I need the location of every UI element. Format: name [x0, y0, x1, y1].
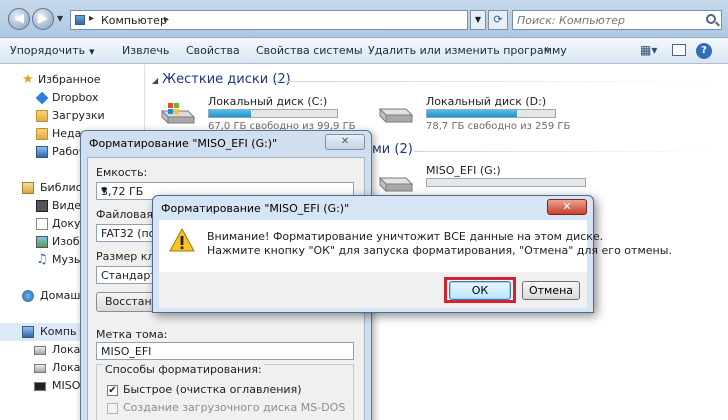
uninstall-program-button[interactable]: Удалить или изменить программу — [368, 44, 567, 57]
sidebar-item-dropbox[interactable]: Dropbox — [0, 89, 145, 107]
drive-free-space: 78,7 ГБ свободно из 259 ГБ — [426, 121, 571, 132]
warning-message-line1: Внимание! Форматирование уничтожит ВСЕ д… — [207, 230, 604, 243]
group-divider — [414, 151, 714, 152]
view-options-icon[interactable]: ▦▾ — [640, 43, 657, 57]
cancel-button[interactable]: Отмена — [522, 281, 580, 300]
hard-disks-group-header[interactable]: ◢ Жесткие диски (2) — [152, 72, 291, 87]
eject-button[interactable]: Извлечь — [122, 44, 169, 57]
removable-group-header[interactable]: ми (2) — [372, 142, 413, 157]
help-icon[interactable]: ? — [696, 43, 712, 59]
format-options-label: Способы форматирования: — [103, 363, 264, 376]
warning-dialog-title: Форматирование "MISO_EFI (G:)" — [161, 202, 350, 215]
drive-usage-bar — [426, 109, 556, 118]
image-icon — [36, 236, 48, 248]
group-divider — [275, 81, 715, 82]
homegroup-icon — [22, 290, 34, 302]
volume-label-label: Метка тома: — [96, 328, 168, 341]
system-properties-button[interactable]: Свойства системы — [256, 44, 363, 57]
address-box[interactable]: ▸ Компьютер ▸ — [70, 10, 468, 30]
windows-drive-icon — [158, 101, 196, 127]
video-icon — [36, 200, 48, 212]
sidebar-item-downloads[interactable]: Загрузки — [0, 107, 145, 125]
drive-name: MISO_EFI (G:) — [426, 164, 501, 177]
computer-icon — [75, 15, 85, 25]
sidebar-item-favorites[interactable]: ★ Избранное — [0, 71, 145, 89]
hard-drive-icon — [34, 346, 46, 355]
search-box[interactable] — [512, 10, 722, 30]
search-icon[interactable] — [706, 14, 716, 24]
document-icon — [36, 218, 48, 230]
capacity-label: Емкость: — [96, 166, 148, 179]
organize-menu[interactable]: Упорядочить ▼ — [10, 44, 95, 57]
computer-icon — [22, 326, 34, 338]
hard-drive-icon — [34, 364, 46, 373]
hard-drive-icon — [376, 101, 414, 127]
close-icon: ✕ — [340, 136, 350, 147]
downloads-folder-icon — [36, 110, 48, 122]
warning-dialog-close-button[interactable]: ✕ — [547, 199, 587, 215]
more-commands-button[interactable]: » — [544, 44, 550, 55]
drive-name: Локальный диск (C:) — [208, 95, 328, 108]
format-warning-dialog: Форматирование "MISO_EFI (G:)" ✕ Внимани… — [152, 195, 672, 313]
music-note-icon: ♫ — [36, 252, 48, 267]
refresh-icon: ⟳ — [493, 13, 503, 26]
address-bar: ◀ ▶ ▼ ▸ Компьютер ▸ ▼ ⟳ — [0, 0, 728, 38]
recent-places-icon — [36, 128, 48, 140]
warning-icon — [169, 228, 195, 252]
address-dropdown-button[interactable]: ▼ — [470, 10, 486, 30]
chevron-down-icon: ▼ — [89, 48, 95, 56]
msdos-boot-label: Создание загрузочного диска MS-DOS — [123, 401, 346, 414]
search-input[interactable] — [513, 11, 693, 29]
libraries-icon — [22, 182, 34, 194]
arrow-left-icon: ◀ — [14, 11, 24, 26]
chevron-right-icon[interactable]: ▸ — [164, 14, 169, 25]
back-button[interactable]: ◀ — [8, 8, 30, 30]
forward-button[interactable]: ▶ — [32, 8, 54, 30]
drive-local-c[interactable]: Локальный диск (C:) 67,0 ГБ свободно из … — [158, 95, 358, 135]
warning-dialog-footer: ОК Отмена — [159, 272, 587, 308]
chevron-down-icon: ▼ — [474, 15, 482, 24]
desktop-icon — [36, 146, 48, 158]
volume-label-input[interactable]: MISO_EFI — [96, 342, 354, 360]
format-options-group: Способы форматирования: ✔ Быстрое (очист… — [96, 363, 354, 420]
star-icon: ★ — [22, 72, 34, 87]
refresh-button[interactable]: ⟳ — [488, 10, 508, 30]
dropbox-icon — [35, 91, 49, 105]
recent-pages-dropdown[interactable]: ▼ — [57, 14, 63, 23]
drive-local-d[interactable]: Локальный диск (D:) 78,7 ГБ свободно из … — [376, 95, 576, 135]
quick-format-checkbox[interactable]: ✔ — [107, 385, 118, 396]
drive-usage-bar — [208, 109, 338, 118]
msdos-boot-checkbox[interactable] — [107, 403, 118, 414]
drive-usage-fill — [209, 110, 252, 117]
usb-drive-icon — [34, 382, 46, 391]
close-icon: ✕ — [562, 200, 572, 213]
removable-drive-icon — [376, 170, 414, 196]
arrow-right-icon: ▶ — [38, 11, 48, 26]
quick-format-label[interactable]: Быстрое (очистка оглавления) — [123, 383, 301, 396]
volume-label-value: MISO_EFI — [101, 345, 152, 358]
chevron-down-icon: ▼ — [101, 186, 108, 195]
collapse-triangle-icon: ◢ — [152, 76, 159, 85]
drive-usage-fill — [427, 110, 517, 117]
format-dialog-close-button[interactable]: ✕ — [325, 134, 365, 150]
command-bar: Упорядочить ▼ Извлечь Свойства Свойства с… — [0, 38, 728, 64]
breadcrumb-computer[interactable]: Компьютер — [101, 14, 167, 27]
warning-message-line2: Нажмите кнопку "ОК" для запуска форматир… — [207, 244, 672, 257]
preview-pane-icon[interactable] — [672, 44, 686, 56]
drive-name: Локальный диск (D:) — [426, 95, 547, 108]
chevron-right-icon[interactable]: ▸ — [89, 13, 94, 24]
format-dialog-title: Форматирование "MISO_EFI (G:)" — [89, 137, 278, 150]
ok-button[interactable]: ОК — [449, 281, 511, 300]
properties-button[interactable]: Свойства — [186, 44, 240, 57]
warning-dialog-content: Внимание! Форматирование уничтожит ВСЕ д… — [159, 220, 672, 272]
drive-usage-bar — [426, 178, 586, 187]
